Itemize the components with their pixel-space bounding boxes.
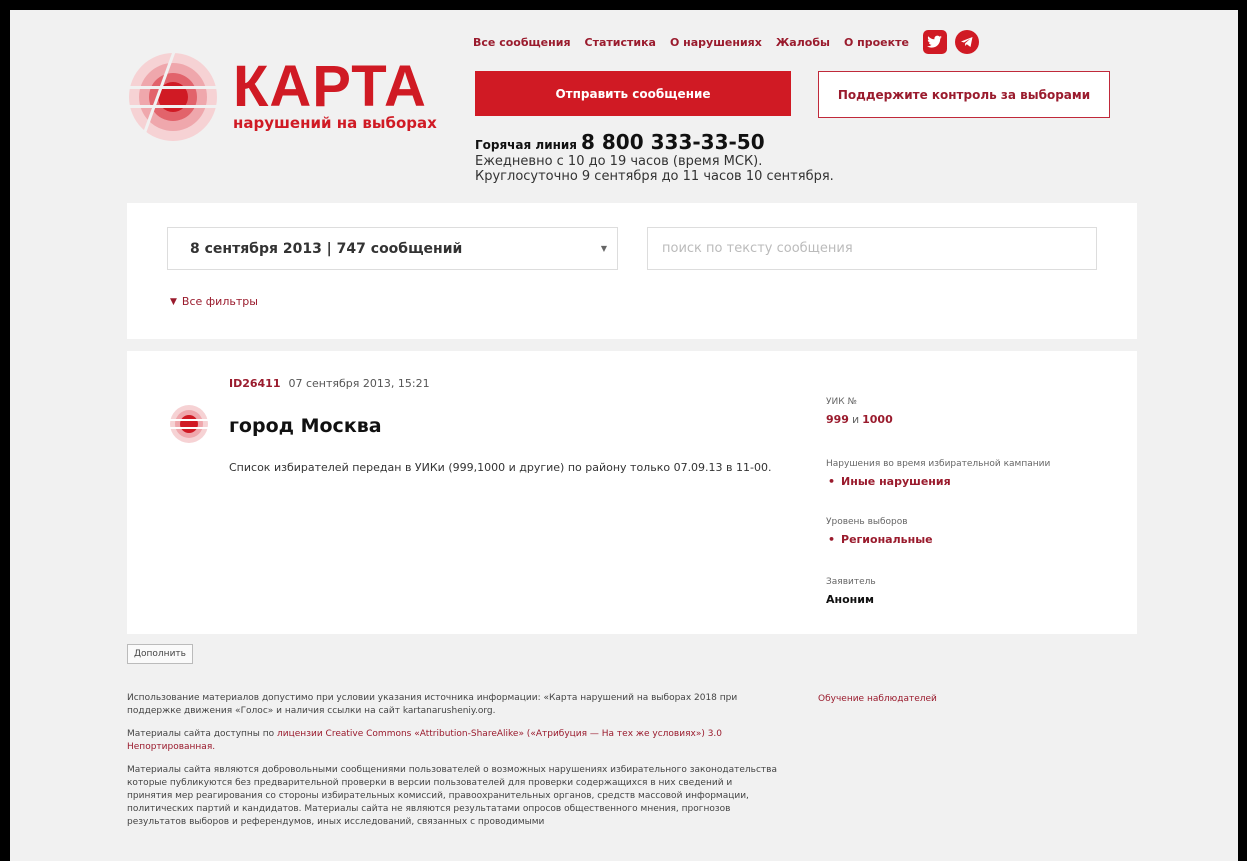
uik-label: УИК № (826, 397, 857, 407)
radar-logo-icon (127, 52, 227, 141)
nav-about-violations[interactable]: О нарушениях (670, 36, 762, 49)
nav-complaints[interactable]: Жалобы (776, 36, 830, 49)
telegram-icon[interactable] (954, 30, 979, 54)
twitter-icon[interactable] (922, 30, 947, 54)
support-button[interactable]: Поддержите контроль за выборами (818, 71, 1110, 118)
uik-values: 999 и 1000 (826, 413, 893, 426)
message-city: город Москва (229, 415, 382, 437)
message-id-link[interactable]: ID26411 (229, 377, 281, 390)
date-select-value: 8 сентября 2013 | 747 сообщений (190, 240, 463, 257)
footer: Использование материалов допустимо при у… (127, 692, 777, 839)
send-message-button[interactable]: Отправить сообщение (475, 71, 791, 116)
uik-link-2[interactable]: 1000 (862, 413, 893, 426)
all-filters-label: Все фильтры (181, 295, 258, 308)
applicant-value: Аноним (826, 593, 874, 606)
level-label: Уровень выборов (826, 517, 908, 527)
nav-all-messages[interactable]: Все сообщения (473, 36, 571, 49)
hotline-phone[interactable]: 8 800 333-33-50 (581, 130, 765, 154)
message-date: 07 сентября 2013, 15:21 (288, 377, 430, 390)
search-input[interactable] (647, 227, 1097, 270)
message-card: ID26411 07 сентября 2013, 15:21 город Мо… (127, 351, 1137, 634)
hotline-label: Горячая линия (475, 138, 578, 152)
hotline-note-daily: Ежедневно с 10 до 19 часов (время МСК). (475, 154, 763, 169)
logo-title: КАРТА (233, 54, 427, 119)
hotline-block: Горячая линия 8 800 333-33-50 Ежедневно … (475, 130, 834, 184)
violation-value[interactable]: • Иные нарушения (826, 475, 1116, 488)
logo-subtitle: нарушений на выборах (233, 114, 437, 132)
uik-and: и (851, 413, 860, 426)
top-nav: Все сообщения Статистика О нарушениях Жа… (473, 30, 987, 54)
site-logo[interactable]: КАРТА нарушений на выборах (127, 52, 437, 142)
date-select[interactable]: 8 сентября 2013 | 747 сообщений ▼ (167, 227, 618, 270)
footer-license-text: Материалы сайта доступны по лицензии Cre… (127, 729, 723, 752)
filter-panel: 8 сентября 2013 | 747 сообщений ▼ ▼ Все … (127, 203, 1137, 339)
hotline-note-roundclock: Круглосуточно 9 сентября до 11 часов 10 … (475, 169, 834, 184)
footer-usage-text: Использование материалов допустимо при у… (127, 693, 738, 716)
applicant-label: Заявитель (826, 577, 876, 587)
level-value[interactable]: • Региональные (826, 533, 933, 546)
uik-link-1[interactable]: 999 (826, 413, 849, 426)
message-text: Список избирателей передан в УИКи (999,1… (229, 461, 772, 474)
triangle-down-icon: ▼ (170, 296, 177, 307)
footer-disclaimer-text: Материалы сайта являются добровольными с… (127, 765, 777, 827)
nav-statistics[interactable]: Статистика (585, 36, 656, 49)
radar-marker-icon (169, 405, 209, 443)
chevron-down-icon: ▼ (600, 244, 607, 253)
nav-about-project[interactable]: О проекте (844, 36, 909, 49)
page: КАРТА нарушений на выборах Все сообщения… (10, 10, 1238, 861)
message-meta: ID26411 07 сентября 2013, 15:21 (229, 377, 430, 390)
observer-training-link[interactable]: Обучение наблюдателей (818, 694, 937, 704)
all-filters-toggle[interactable]: ▼ Все фильтры (170, 295, 258, 308)
add-info-button[interactable]: Дополнить (127, 644, 193, 664)
violation-label: Нарушения во время избирательной кампани… (826, 459, 1051, 469)
